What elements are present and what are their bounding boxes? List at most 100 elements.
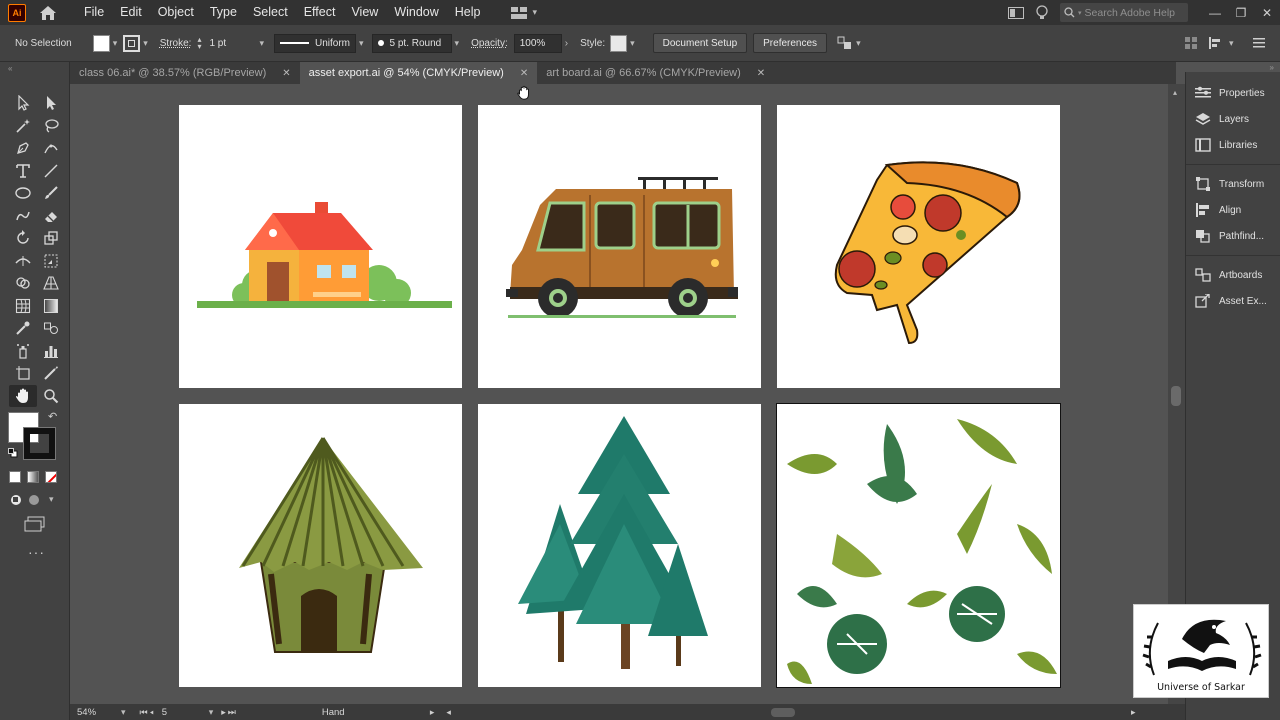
panel-layers[interactable]: Layers: [1186, 106, 1280, 132]
close-icon[interactable]: ✕: [282, 68, 290, 79]
width-tool-icon[interactable]: [9, 250, 37, 273]
panel-transform[interactable]: Transform: [1186, 171, 1280, 197]
menu-object[interactable]: Object: [150, 0, 202, 25]
default-colors-icon[interactable]: [8, 448, 18, 458]
expand-panels-icon[interactable]: »: [1270, 63, 1274, 72]
close-button[interactable]: ✕: [1254, 6, 1280, 20]
panel-menu-icon[interactable]: [1253, 38, 1265, 48]
artboard-pizza[interactable]: [777, 105, 1060, 388]
fill-swatch[interactable]: [92, 34, 110, 52]
artboard-leaves-pattern[interactable]: [776, 403, 1061, 688]
panel-pathfinder[interactable]: Pathfind...: [1186, 223, 1280, 249]
panel-properties[interactable]: Properties: [1186, 80, 1280, 106]
lasso-tool-icon[interactable]: [37, 115, 65, 138]
gradient-mode-icon[interactable]: [27, 471, 39, 483]
mesh-tool-icon[interactable]: [9, 295, 37, 318]
close-icon[interactable]: ✕: [757, 68, 765, 79]
preferences-button[interactable]: Preferences: [753, 33, 828, 53]
scroll-thumb[interactable]: [1171, 386, 1181, 406]
panel-align[interactable]: Align: [1186, 197, 1280, 223]
slice-tool-icon[interactable]: [37, 362, 65, 385]
none-mode-icon[interactable]: [45, 471, 57, 483]
chevron-down-icon[interactable]: ▾: [259, 38, 264, 49]
tab-art-board[interactable]: art board.ai @ 66.67% (CMYK/Preview) ✕: [537, 62, 774, 84]
screen-mode-icon[interactable]: [24, 516, 46, 532]
document-setup-button[interactable]: Document Setup: [652, 33, 748, 53]
menu-effect[interactable]: Effect: [296, 0, 344, 25]
stroke-color-box[interactable]: [23, 427, 56, 460]
perspective-grid-tool-icon[interactable]: [37, 272, 65, 295]
canvas[interactable]: [70, 84, 1168, 704]
pen-tool-icon[interactable]: [9, 137, 37, 160]
workspace-switcher[interactable]: ▾: [510, 6, 537, 19]
maximize-button[interactable]: ❐: [1228, 6, 1254, 20]
zoom-level[interactable]: 54%: [77, 707, 117, 718]
distribute-icon[interactable]: [1184, 36, 1198, 50]
scroll-right-icon[interactable]: ▸: [1131, 707, 1136, 718]
next-last-artboard-icon[interactable]: ▸⏭: [221, 707, 238, 718]
shape-builder-tool-icon[interactable]: [9, 272, 37, 295]
shaper-tool-icon[interactable]: [9, 205, 37, 228]
home-icon[interactable]: [38, 4, 58, 22]
menu-select[interactable]: Select: [245, 0, 296, 25]
panel-artboards[interactable]: Artboards: [1186, 262, 1280, 288]
brush-definition[interactable]: 5 pt. Round: [371, 33, 452, 53]
menu-view[interactable]: View: [343, 0, 386, 25]
arrange-documents-icon[interactable]: [1008, 6, 1024, 19]
opacity-field[interactable]: 100%: [513, 33, 562, 53]
rotate-tool-icon[interactable]: [9, 227, 37, 250]
align-icon[interactable]: [1208, 36, 1222, 50]
opacity-label[interactable]: Opacity:: [471, 38, 508, 49]
lightbulb-icon[interactable]: [1036, 4, 1048, 21]
swap-colors-icon[interactable]: ↶: [48, 410, 57, 423]
stroke-stepper[interactable]: ▴ ▾: [197, 36, 201, 51]
type-tool-icon[interactable]: [9, 160, 37, 183]
artboard-van[interactable]: [478, 105, 761, 388]
eyedropper-tool-icon[interactable]: [9, 317, 37, 340]
zoom-tool-icon[interactable]: [37, 385, 65, 408]
line-tool-icon[interactable]: [37, 160, 65, 183]
minimize-button[interactable]: —: [1202, 6, 1228, 20]
magic-wand-tool-icon[interactable]: [9, 115, 37, 138]
chevron-down-icon[interactable]: ▾: [209, 707, 214, 718]
blend-tool-icon[interactable]: [37, 317, 65, 340]
chevron-right-icon[interactable]: ›: [565, 38, 568, 49]
color-mode-icon[interactable]: [9, 471, 21, 483]
edit-toolbar-icon[interactable]: ···: [28, 544, 45, 560]
chevron-down-icon[interactable]: ▾: [455, 38, 460, 49]
artboard-house[interactable]: [179, 105, 462, 388]
ellipse-tool-icon[interactable]: [9, 182, 37, 205]
symbol-sprayer-tool-icon[interactable]: [9, 340, 37, 363]
menu-window[interactable]: Window: [386, 0, 446, 25]
menu-edit[interactable]: Edit: [112, 0, 150, 25]
draw-normal-icon[interactable]: [10, 494, 22, 506]
panel-libraries[interactable]: Libraries: [1186, 132, 1280, 158]
tab-asset-export[interactable]: asset export.ai @ 54% (CMYK/Preview) ✕: [299, 62, 538, 84]
menu-file[interactable]: File: [76, 0, 112, 25]
artboard-tool-icon[interactable]: [9, 362, 37, 385]
column-graph-tool-icon[interactable]: [37, 340, 65, 363]
horizontal-scroll-thumb[interactable]: [770, 707, 795, 717]
scale-tool-icon[interactable]: [37, 227, 65, 250]
chevron-up-icon[interactable]: ▴: [1173, 88, 1177, 97]
stroke-swatch[interactable]: [123, 34, 141, 52]
chevron-down-icon[interactable]: ▾: [359, 38, 364, 49]
chevron-down-icon[interactable]: ▾: [630, 38, 635, 49]
variable-width-profile[interactable]: Uniform: [274, 33, 356, 53]
eraser-tool-icon[interactable]: [37, 205, 65, 228]
paintbrush-tool-icon[interactable]: [37, 182, 65, 205]
artboard-hut[interactable]: [179, 404, 462, 687]
menu-help[interactable]: Help: [447, 0, 489, 25]
stroke-label[interactable]: Stroke:: [160, 38, 192, 49]
chevron-down-icon[interactable]: ▾: [856, 38, 861, 49]
free-transform-tool-icon[interactable]: [37, 250, 65, 273]
status-menu-arrow-icon[interactable]: ▸: [430, 707, 435, 718]
chevron-down-icon[interactable]: ▾: [121, 707, 126, 718]
direct-selection-tool-icon[interactable]: [37, 92, 65, 115]
artboard-trees[interactable]: [478, 404, 761, 687]
curvature-tool-icon[interactable]: [37, 137, 65, 160]
chevron-down-icon[interactable]: ▾: [113, 38, 118, 49]
chevron-down-icon[interactable]: ▾: [1229, 38, 1234, 49]
graphic-style-swatch[interactable]: [610, 34, 628, 52]
stroke-weight-field[interactable]: 1 pt: [204, 34, 256, 53]
